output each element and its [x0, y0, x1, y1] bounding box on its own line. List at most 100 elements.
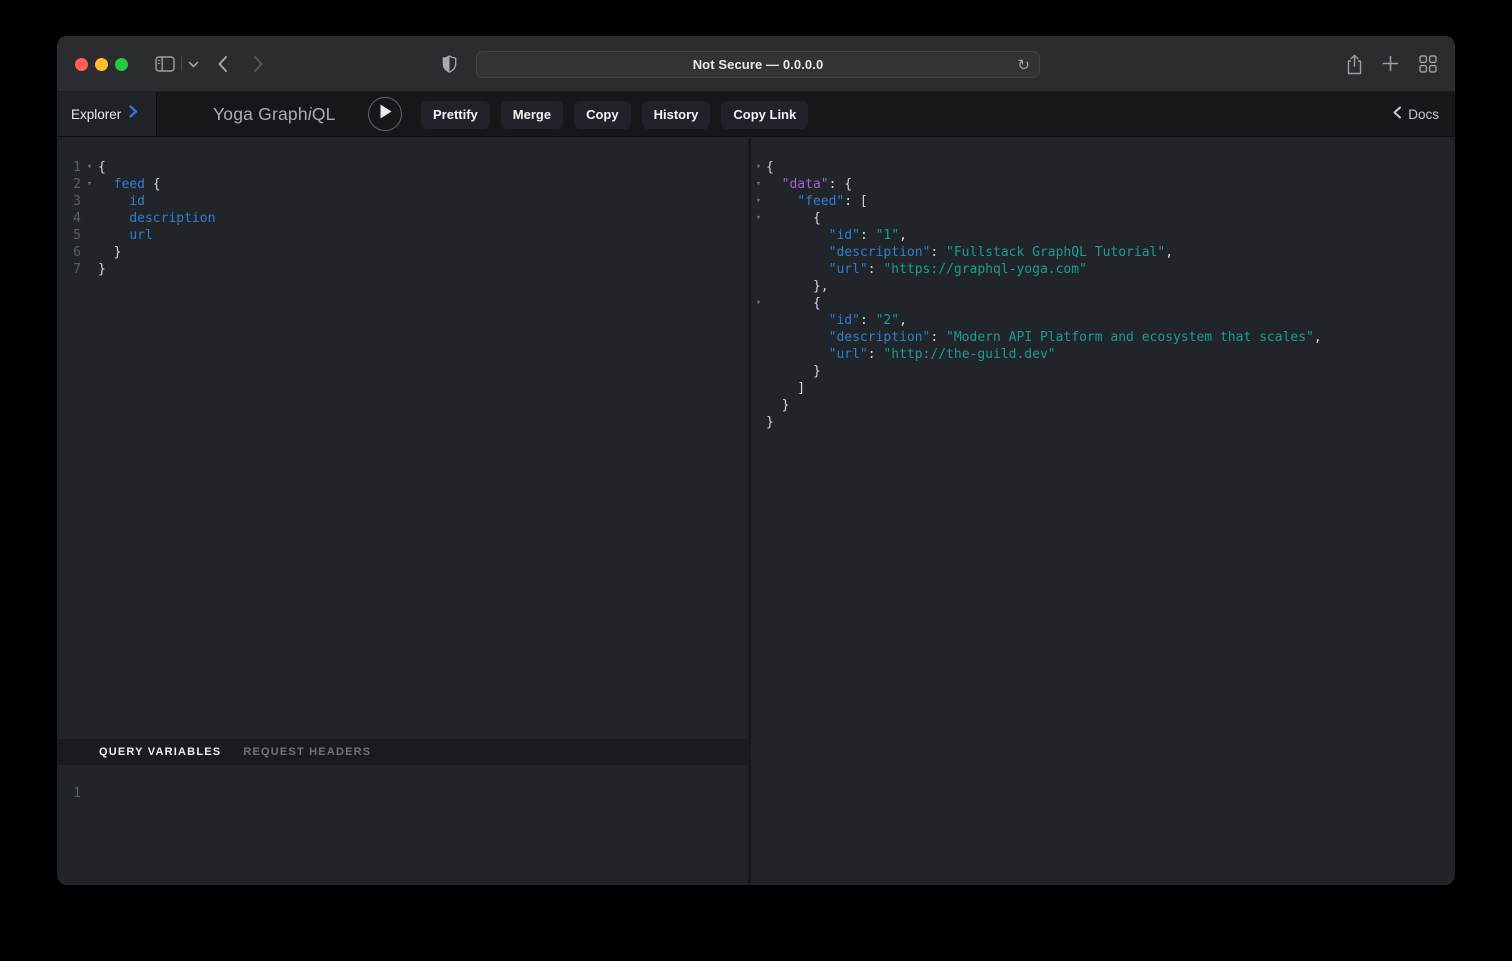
code-text: { — [766, 210, 821, 227]
fold-gutter — [81, 227, 98, 244]
code-line: ▾ { — [751, 295, 1455, 312]
fold-gutter — [751, 312, 766, 329]
code-line: ▾ "feed": [ — [751, 193, 1455, 210]
line-number: 1 — [57, 785, 81, 802]
code-line: 4 description — [57, 210, 748, 227]
code-line: ▾ { — [751, 210, 1455, 227]
code-line: "url": "https://graphql-yoga.com" — [751, 261, 1455, 278]
reload-icon[interactable]: ↻ — [1017, 56, 1030, 74]
main-content: 1▾{2▾ feed {3 id4 description5 url6 }7} … — [57, 138, 1455, 885]
browser-window: Not Secure — 0.0.0.0 ↻ — [57, 36, 1455, 885]
fold-gutter — [751, 346, 766, 363]
address-bar[interactable]: Not Secure — 0.0.0.0 ↻ — [476, 51, 1040, 78]
query-variables-editor[interactable]: 1 — [57, 765, 748, 885]
minimize-button[interactable] — [95, 58, 108, 71]
code-text: id — [98, 193, 145, 210]
fold-gutter — [751, 380, 766, 397]
left-pane: 1▾{2▾ feed {3 id4 description5 url6 }7} … — [57, 138, 748, 885]
share-icon[interactable] — [1346, 54, 1363, 75]
code-line: } — [751, 414, 1455, 431]
browser-toolbar: Not Secure — 0.0.0.0 ↻ — [57, 36, 1455, 92]
code-text: ] — [766, 380, 805, 397]
chevron-left-icon — [1393, 106, 1402, 122]
code-line: } — [751, 397, 1455, 414]
address-bar-text: Not Secure — 0.0.0.0 — [693, 57, 824, 72]
fold-gutter — [751, 397, 766, 414]
explorer-label: Explorer — [71, 107, 121, 122]
code-text: }, — [766, 278, 829, 295]
fold-gutter — [751, 244, 766, 261]
code-text: "url": "http://the-guild.dev" — [766, 346, 1056, 363]
fold-gutter — [751, 363, 766, 380]
fold-gutter — [751, 261, 766, 278]
code-text: "id": "2", — [766, 312, 907, 329]
tab-request-headers[interactable]: REQUEST HEADERS — [243, 746, 371, 758]
fold-gutter — [751, 414, 766, 431]
fold-gutter — [81, 244, 98, 261]
close-button[interactable] — [75, 58, 88, 71]
code-text: } — [766, 363, 821, 380]
chevron-down-icon[interactable] — [188, 61, 199, 68]
fold-gutter — [751, 227, 766, 244]
code-line: "id": "2", — [751, 312, 1455, 329]
fold-gutter — [751, 329, 766, 346]
code-line: "description": "Fullstack GraphQL Tutori… — [751, 244, 1455, 261]
code-line: 3 id — [57, 193, 748, 210]
merge-button[interactable]: Merge — [501, 101, 563, 129]
fold-gutter — [81, 210, 98, 227]
code-line: 5 url — [57, 227, 748, 244]
zoom-button[interactable] — [115, 58, 128, 71]
code-line: "description": "Modern API Platform and … — [751, 329, 1455, 346]
copy-button[interactable]: Copy — [574, 101, 631, 129]
code-line: 7} — [57, 261, 748, 278]
query-editor[interactable]: 1▾{2▾ feed {3 id4 description5 url6 }7} — [57, 138, 748, 739]
result-viewer[interactable]: ▾{▾ "data": {▾ "feed": [▾ { "id": "1", "… — [751, 138, 1455, 885]
code-line: 1▾{ — [57, 159, 748, 176]
fold-toggle-icon[interactable]: ▾ — [751, 295, 766, 312]
new-tab-icon[interactable] — [1382, 55, 1399, 72]
sidebar-icon[interactable] — [155, 56, 175, 72]
code-line: } — [751, 363, 1455, 380]
tab-overview-icon[interactable] — [1419, 55, 1437, 73]
code-text: } — [98, 261, 106, 278]
code-text: } — [98, 244, 121, 261]
history-button[interactable]: History — [642, 101, 711, 129]
code-line: 2▾ feed { — [57, 176, 748, 193]
privacy-shield-icon[interactable] — [442, 55, 457, 73]
fold-gutter — [81, 261, 98, 278]
code-text: "description": "Modern API Platform and … — [766, 329, 1322, 346]
forward-icon[interactable] — [253, 55, 264, 73]
explorer-toggle[interactable]: Explorer — [57, 92, 157, 136]
docs-toggle[interactable]: Docs — [1393, 92, 1439, 136]
play-icon — [379, 104, 392, 124]
fold-toggle-icon[interactable]: ▾ — [751, 193, 766, 210]
line-number: 7 — [57, 261, 81, 278]
copy-link-button[interactable]: Copy Link — [721, 101, 808, 129]
fold-toggle-icon[interactable]: ▾ — [751, 176, 766, 193]
toolbar-button-group: Prettify Merge Copy History Copy Link — [421, 101, 808, 129]
fold-toggle-icon[interactable]: ▾ — [751, 159, 766, 176]
code-line: ▾{ — [751, 159, 1455, 176]
line-number: 6 — [57, 244, 81, 261]
fold-toggle-icon[interactable]: ▾ — [81, 176, 98, 193]
chevron-right-icon — [129, 105, 138, 123]
line-number: 2 — [57, 176, 81, 193]
fold-toggle-icon[interactable]: ▾ — [81, 159, 98, 176]
code-line: 1 — [57, 785, 748, 802]
graphiql-toolbar: Explorer Yoga GraphiQL Prettify Merge Co… — [57, 92, 1455, 137]
code-text: "url": "https://graphql-yoga.com" — [766, 261, 1087, 278]
code-line: ] — [751, 380, 1455, 397]
code-text: feed { — [98, 176, 161, 193]
fold-toggle-icon[interactable]: ▾ — [751, 210, 766, 227]
line-number: 1 — [57, 159, 81, 176]
back-icon[interactable] — [217, 55, 228, 73]
code-text: "feed": [ — [766, 193, 868, 210]
line-number: 4 — [57, 210, 81, 227]
code-line: 6 } — [57, 244, 748, 261]
prettify-button[interactable]: Prettify — [421, 101, 490, 129]
code-line: ▾ "data": { — [751, 176, 1455, 193]
tab-query-variables[interactable]: QUERY VARIABLES — [99, 746, 221, 758]
code-text: url — [98, 227, 153, 244]
code-line: }, — [751, 278, 1455, 295]
execute-query-button[interactable] — [368, 97, 402, 131]
